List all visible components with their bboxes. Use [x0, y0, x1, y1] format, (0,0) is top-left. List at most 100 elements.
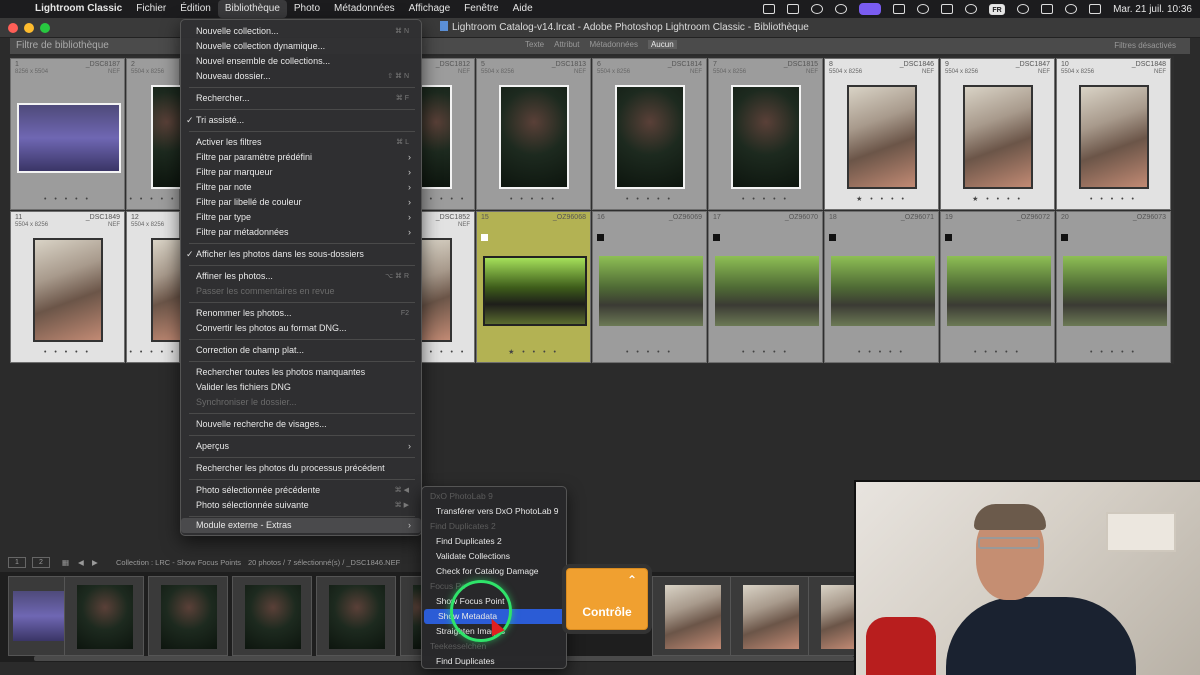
submenu-item[interactable]: Check for Catalog Damage — [422, 564, 566, 579]
close-window-button[interactable] — [8, 23, 18, 33]
menu-bibliotheque[interactable]: Bibliothèque — [217, 0, 287, 18]
submenu-item[interactable]: Validate Collections — [422, 549, 566, 564]
menu-item[interactable]: Photo sélectionnée suivante ⌘ ▶ — [181, 498, 421, 513]
submenu-item[interactable]: Find Duplicates 2 — [422, 534, 566, 549]
pick-flag-icon[interactable] — [713, 234, 720, 241]
menu-photo[interactable]: Photo — [287, 0, 327, 18]
pick-flag-icon[interactable] — [829, 234, 836, 241]
status-app-icon[interactable] — [763, 4, 776, 14]
menu-item[interactable]: Nouvelle collection... ⌘ N — [181, 24, 421, 39]
grid-cell[interactable]: _DSC1812 NEF • • • • — [421, 58, 475, 210]
rating-stars[interactable]: ★ • • • • — [477, 348, 590, 356]
filter-attribute-tab[interactable]: Attribut — [554, 40, 579, 49]
grid-cell[interactable]: 20 _OZ96073 • • • • • — [1056, 211, 1171, 363]
status-clock-icon[interactable] — [1017, 4, 1030, 14]
rating-stars[interactable]: ★ • • • • — [941, 195, 1054, 203]
status-lightroom-icon[interactable] — [835, 4, 848, 14]
submenu-item[interactable]: Transférer vers DxO PhotoLab 9 — [422, 504, 566, 519]
grid-cell[interactable]: 1 _DSC8187 8256 x 5504 NEF • • • • • — [10, 58, 125, 210]
grid-cell[interactable]: 16 _OZ96069 • • • • • — [592, 211, 707, 363]
grid-cell-selected[interactable]: 9 _DSC1847 5504 x 8256 NEF ★ • • • • — [940, 58, 1055, 210]
rating-stars[interactable]: • • • • • — [1057, 349, 1170, 356]
rating-stars[interactable]: • • • • • — [11, 349, 124, 356]
menu-item[interactable]: Nouvel ensemble de collections... — [181, 54, 421, 69]
input-language-icon[interactable]: FR — [989, 3, 1006, 15]
pick-flag-icon[interactable] — [597, 234, 604, 241]
view-1-button[interactable]: 1 — [8, 557, 26, 568]
rating-stars[interactable]: • • • • — [422, 196, 474, 203]
menu-item[interactable]: Nouvelle collection dynamique... — [181, 39, 421, 54]
grid-cell[interactable]: 5 _DSC1813 5504 x 8256 NEF • • • • • — [476, 58, 591, 210]
menu-edition[interactable]: Édition — [173, 0, 218, 18]
menu-affichage[interactable]: Affichage — [402, 0, 458, 18]
back-arrow-icon[interactable]: ◀ — [78, 558, 84, 567]
status-clipboard-icon[interactable] — [941, 4, 954, 14]
menu-metadonnees[interactable]: Métadonnées — [327, 0, 402, 18]
menu-item[interactable]: Nouvelle recherche de visages... — [181, 417, 421, 432]
filmstrip-thumb[interactable] — [730, 576, 810, 656]
status-record-icon[interactable] — [859, 3, 882, 15]
menu-item[interactable]: Filtre par métadonnées › — [181, 225, 421, 240]
grid-cell[interactable]: 7 _DSC1815 5504 x 8256 NEF • • • • • — [708, 58, 823, 210]
menubar-clock[interactable]: Mar. 21 juil. 10:36 — [1113, 4, 1192, 15]
menu-item[interactable]: Filtre par marqueur › — [181, 165, 421, 180]
filters-status[interactable]: Filtres désactivés — [1114, 41, 1176, 50]
rating-stars[interactable]: • • • • • — [941, 349, 1054, 356]
pick-flag-icon[interactable] — [481, 234, 488, 241]
pick-flag-icon[interactable] — [945, 234, 952, 241]
zoom-window-button[interactable] — [40, 23, 50, 33]
rating-stars[interactable]: • • • • • — [127, 349, 179, 356]
grid-icon[interactable]: ▦ — [62, 558, 69, 567]
filter-none-tab[interactable]: Aucun — [647, 40, 677, 49]
grid-cell-active[interactable]: 15 _OZ96068 ★ • • • • — [476, 211, 591, 363]
menu-app-name[interactable]: Lightroom Classic — [28, 0, 129, 18]
grid-cell-selected[interactable]: 12 5504 x 8256 • • • • • — [126, 211, 181, 363]
menu-item[interactable]: Activer les filtres ⌘ L — [181, 135, 421, 150]
filmstrip-thumb[interactable] — [652, 576, 732, 656]
rating-stars[interactable]: • • • • • — [127, 196, 179, 203]
filmstrip-thumb[interactable] — [64, 576, 144, 656]
filmstrip-thumb[interactable] — [400, 576, 423, 656]
grid-cell-selected[interactable]: _DSC1852 NEF • • • • — [421, 211, 475, 363]
filmstrip-thumb[interactable] — [808, 576, 855, 656]
status-eye-icon[interactable] — [917, 4, 930, 14]
grid-cell[interactable]: 19 _OZ96072 • • • • • — [940, 211, 1055, 363]
menu-item[interactable]: Convertir les photos au format DNG... — [181, 321, 421, 336]
menu-item[interactable]: Rechercher les photos du processus précé… — [181, 461, 421, 476]
grid-cell[interactable]: 18 _OZ96071 • • • • • — [824, 211, 939, 363]
rating-stars[interactable]: • • • • • — [593, 349, 706, 356]
rating-stars[interactable]: • • • • — [422, 349, 474, 356]
grid-cell[interactable]: 2 5504 x 8256 • • • • • — [126, 58, 181, 210]
grid-cell[interactable]: 6 _DSC1814 5504 x 8256 NEF • • • • • — [592, 58, 707, 210]
filter-text-tab[interactable]: Texte — [525, 40, 544, 49]
status-bird-icon[interactable] — [893, 4, 906, 14]
menu-item[interactable]: Filtre par note › — [181, 180, 421, 195]
control-center-icon[interactable] — [1089, 4, 1102, 14]
grid-cell-selected[interactable]: 11 _DSC1849 5504 x 8256 NEF • • • • • — [10, 211, 125, 363]
menu-item[interactable]: Rechercher... ⌘ F — [181, 91, 421, 106]
menu-item[interactable]: Rechercher toutes les photos manquantes — [181, 365, 421, 380]
menu-item[interactable]: Filtre par type › — [181, 210, 421, 225]
filmstrip-selection-count[interactable]: 20 photos / 7 sélectionné(s) / _DSC1846.… — [248, 558, 400, 567]
menu-aide[interactable]: Aide — [506, 0, 540, 18]
status-circle-icon[interactable] — [811, 4, 824, 14]
menu-fenetre[interactable]: Fenêtre — [457, 0, 505, 18]
menu-item[interactable]: Photo sélectionnée précédente ⌘ ◀ — [181, 483, 421, 498]
forward-arrow-icon[interactable]: ▶ — [92, 558, 98, 567]
filmstrip-thumb[interactable] — [316, 576, 396, 656]
menu-item[interactable]: Correction de champ plat... — [181, 343, 421, 358]
menu-item[interactable]: Renommer les photos... F2 — [181, 306, 421, 321]
rating-stars[interactable]: • • • • • — [709, 349, 822, 356]
rating-stars[interactable]: • • • • • — [11, 196, 124, 203]
wifi-icon[interactable] — [1041, 4, 1054, 14]
rating-stars[interactable]: • • • • • — [593, 196, 706, 203]
filmstrip-collection[interactable]: Collection : LRC - Show Focus Points — [116, 558, 241, 567]
grid-cell[interactable]: 17 _OZ96070 • • • • • — [708, 211, 823, 363]
grid-cell-selected[interactable]: 8 _DSC1846 5504 x 8256 NEF ★ • • • • — [824, 58, 939, 210]
filter-metadata-tab[interactable]: Métadonnées — [589, 40, 637, 49]
status-camera-icon[interactable] — [787, 4, 800, 14]
filmstrip-thumb[interactable] — [148, 576, 228, 656]
submenu-item[interactable]: Find Duplicates — [422, 654, 566, 669]
rating-stars[interactable]: • • • • • — [477, 196, 590, 203]
menu-fichier[interactable]: Fichier — [129, 0, 173, 18]
